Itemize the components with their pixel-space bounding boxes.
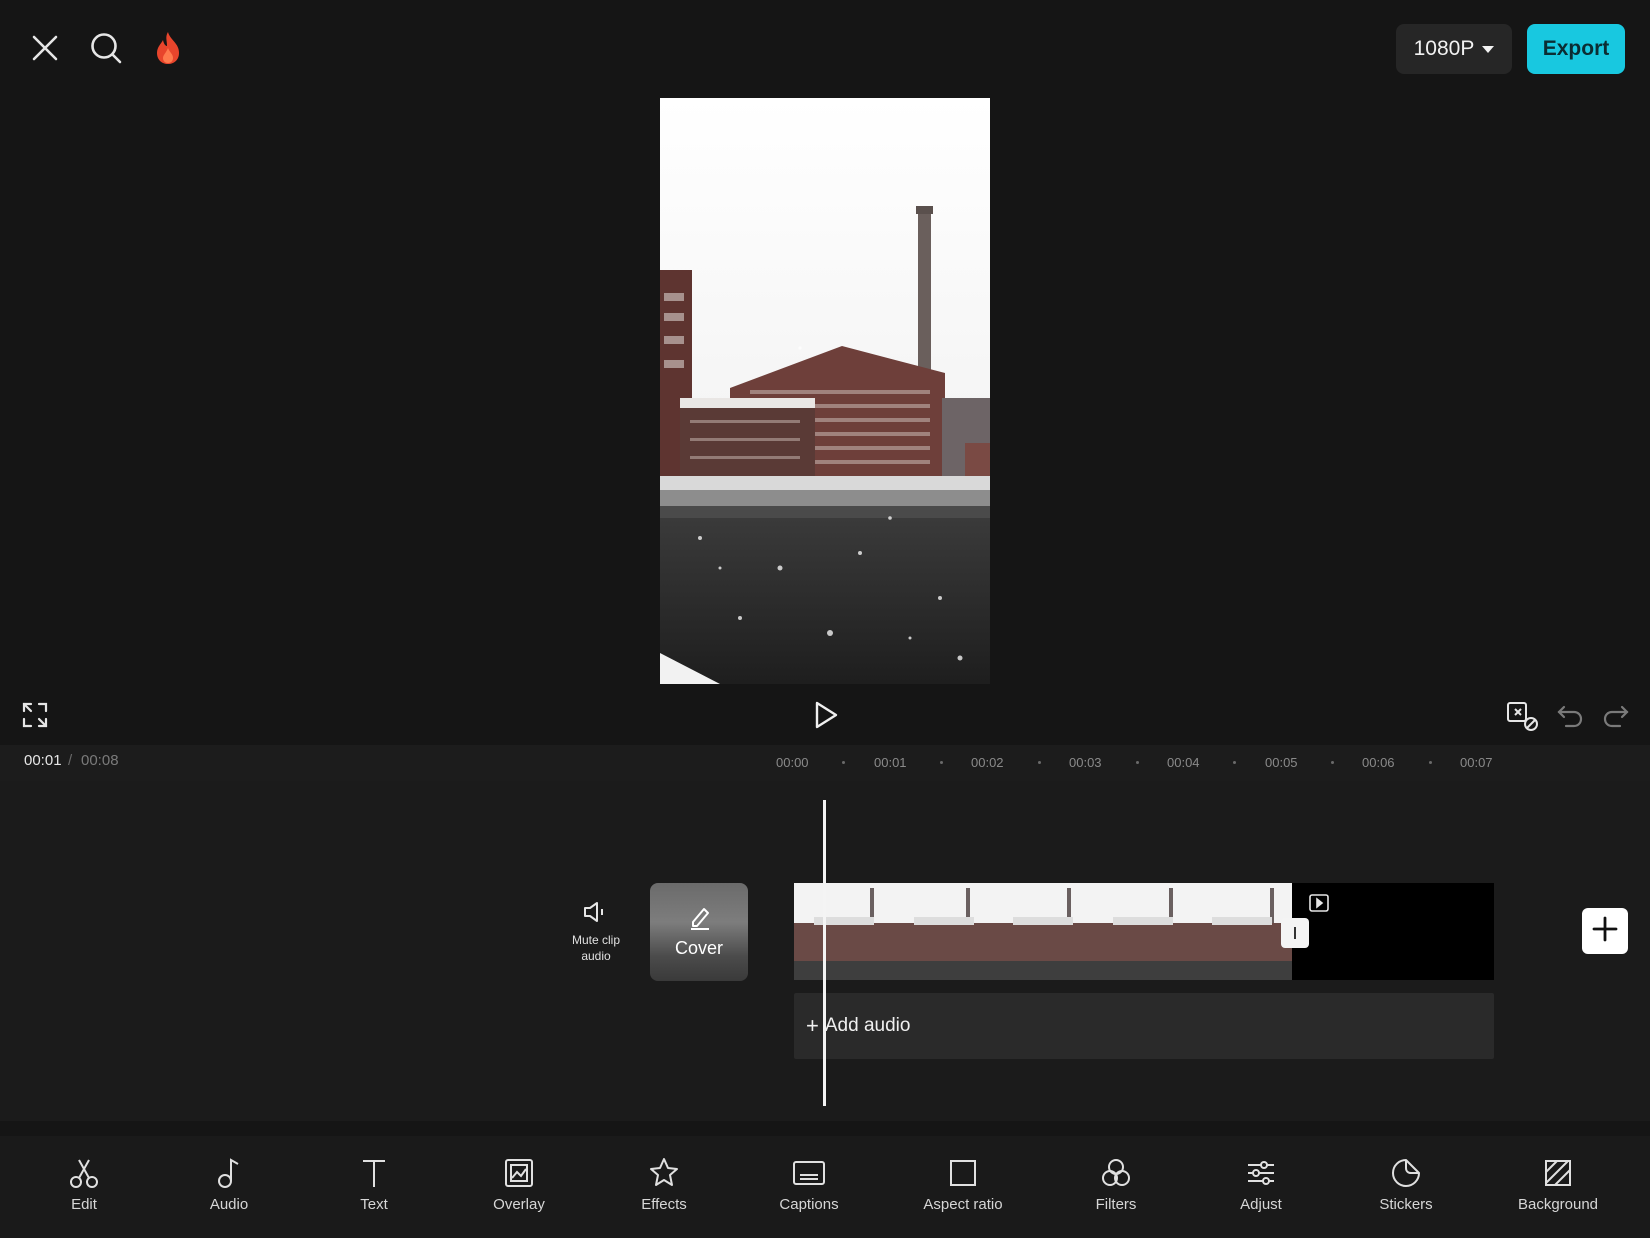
ruler-tick: 00:03 — [1069, 755, 1102, 770]
tool-label: Captions — [779, 1196, 839, 1213]
flame-icon[interactable] — [146, 26, 190, 70]
mute-clip-audio-label: Mute clip audio — [571, 933, 621, 963]
playhead[interactable] — [823, 800, 826, 1106]
filters-icon — [1099, 1156, 1133, 1190]
redo-icon[interactable] — [1602, 703, 1630, 729]
tool-label: Effects — [641, 1196, 687, 1213]
ruler-dot — [1233, 761, 1236, 764]
clip-thumbnail — [893, 883, 994, 980]
ruler-tick: 00:01 — [874, 755, 907, 770]
tool-label: Aspect ratio — [923, 1196, 1003, 1213]
add-audio-label: Add audio — [824, 1015, 911, 1036]
music-note-icon — [212, 1156, 246, 1190]
clip-thumbnail — [794, 883, 894, 980]
cover-label: Cover — [674, 938, 723, 958]
tool-label: Audio — [209, 1196, 249, 1213]
transition-marker[interactable] — [1281, 918, 1309, 948]
mute-clip-audio-button[interactable]: Mute clip audio — [560, 900, 632, 964]
close-icon[interactable] — [23, 26, 67, 70]
undo-icon[interactable] — [1556, 703, 1584, 729]
chevron-down-icon — [1482, 45, 1495, 53]
tool-stickers[interactable]: Stickers — [1336, 1156, 1476, 1213]
pencil-icon — [688, 905, 712, 931]
aspect-ratio-icon — [946, 1156, 980, 1190]
cover-button[interactable]: Cover — [650, 883, 748, 981]
ruler-dot — [1136, 761, 1139, 764]
play-icon[interactable] — [812, 700, 840, 730]
fullscreen-icon[interactable] — [22, 702, 48, 728]
add-audio-button[interactable]: + Add audio — [794, 993, 1494, 1059]
total-time: 00:08 — [81, 752, 119, 769]
tool-aspect-ratio[interactable]: Aspect ratio — [893, 1156, 1033, 1213]
preview-frame-image — [660, 98, 990, 684]
current-time: 00:01 — [24, 752, 62, 769]
scissors-icon — [67, 1156, 101, 1190]
time-ruler-bar — [0, 745, 1650, 781]
text-icon — [357, 1156, 391, 1190]
tool-background[interactable]: Background — [1488, 1156, 1628, 1213]
ruler-dot — [1331, 761, 1334, 764]
add-clip-button[interactable] — [1582, 908, 1628, 954]
ruler-tick: 00:06 — [1362, 755, 1395, 770]
tool-label: Stickers — [1379, 1196, 1433, 1213]
tool-audio[interactable]: Audio — [159, 1156, 299, 1213]
tool-label: Background — [1517, 1196, 1599, 1213]
ruler-tick: 00:02 — [971, 755, 1004, 770]
ruler-tick: 00:00 — [776, 755, 809, 770]
clip-thumbnail — [1192, 883, 1292, 980]
keyframe-icon[interactable] — [1506, 700, 1540, 732]
tool-filters[interactable]: Filters — [1046, 1156, 1186, 1213]
ruler-dot — [1429, 761, 1432, 764]
overlay-icon — [502, 1156, 536, 1190]
ruler-tick: 00:04 — [1167, 755, 1200, 770]
ending-clip[interactable] — [1292, 883, 1494, 980]
resolution-dropdown[interactable]: 1080P — [1396, 24, 1512, 74]
effects-star-icon — [647, 1156, 681, 1190]
ruler-dot — [842, 761, 845, 764]
tool-effects[interactable]: Effects — [594, 1156, 734, 1213]
background-icon — [1541, 1156, 1575, 1190]
tool-label: Overlay — [493, 1196, 545, 1213]
tool-label: Text — [360, 1196, 388, 1213]
ruler-dot — [1038, 761, 1041, 764]
tool-text[interactable]: Text — [304, 1156, 444, 1213]
plus-icon: + — [806, 1013, 819, 1038]
ruler-dot — [940, 761, 943, 764]
plus-icon — [1592, 916, 1618, 947]
video-clip-icon — [1309, 894, 1329, 912]
tool-label: Filters — [1095, 1196, 1137, 1213]
tool-label: Adjust — [1240, 1196, 1282, 1213]
video-clip[interactable] — [794, 883, 1292, 980]
tool-captions[interactable]: Captions — [739, 1156, 879, 1213]
resolution-label: 1080P — [1413, 37, 1475, 60]
ruler-tick: 00:05 — [1265, 755, 1298, 770]
tool-adjust[interactable]: Adjust — [1191, 1156, 1331, 1213]
captions-icon — [792, 1156, 826, 1190]
adjust-sliders-icon — [1244, 1156, 1278, 1190]
time-separator: / — [68, 752, 73, 769]
tool-label: Edit — [71, 1196, 97, 1213]
search-icon[interactable] — [84, 26, 128, 70]
export-button[interactable]: Export — [1527, 24, 1625, 74]
ruler-tick: 00:07 — [1460, 755, 1493, 770]
transition-handle-icon — [1294, 927, 1296, 939]
speaker-icon — [582, 900, 610, 924]
tool-edit[interactable]: Edit — [14, 1156, 154, 1213]
sticker-icon — [1389, 1156, 1423, 1190]
clip-thumbnail — [1092, 883, 1193, 980]
clip-thumbnail — [993, 883, 1093, 980]
tool-overlay[interactable]: Overlay — [449, 1156, 589, 1213]
video-preview[interactable] — [660, 98, 990, 684]
